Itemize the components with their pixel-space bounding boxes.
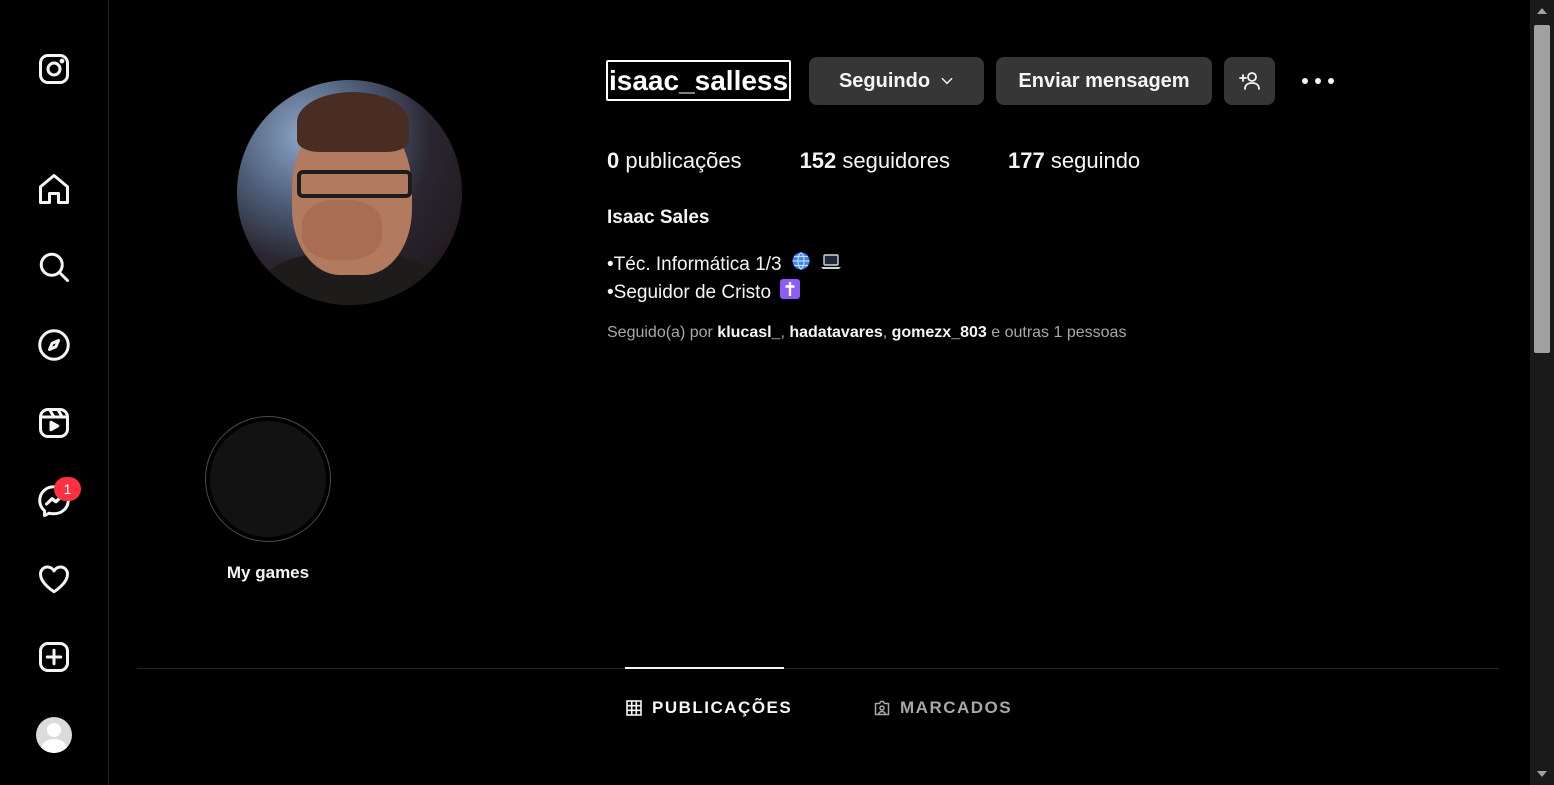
app: 1 isaac_salless Seguindo Enviar mensagem…: [0, 0, 1554, 785]
profile-picture-hand: [302, 200, 382, 260]
story-highlight[interactable]: [205, 416, 331, 542]
suggest-users-button[interactable]: [1224, 57, 1275, 105]
follower-link-3[interactable]: gomezx_803: [892, 324, 987, 341]
follower-link-1[interactable]: klucasl_: [717, 324, 780, 341]
home-icon[interactable]: [35, 170, 73, 208]
story-highlight-cover: [210, 421, 326, 537]
scroll-up-arrow-icon[interactable]: [1537, 8, 1547, 14]
following-stat[interactable]: 177 seguindo: [1008, 148, 1140, 174]
globe-emoji-icon: [791, 251, 811, 279]
following-label: seguindo: [1044, 148, 1141, 173]
following-count: 177: [1008, 148, 1045, 173]
ellipsis-icon: [1302, 78, 1334, 84]
following-button-label: Seguindo: [838, 69, 931, 92]
profile-username: isaac_salless: [606, 60, 792, 101]
tab-tagged[interactable]: MARCADOS: [874, 697, 1012, 719]
profile-picture-hair: [297, 92, 409, 152]
laptop-emoji-icon: [820, 251, 842, 279]
posts-label: publicações: [619, 148, 742, 173]
tab-tagged-label: MARCADOS: [900, 698, 1013, 717]
scroll-down-arrow-icon[interactable]: [1537, 771, 1547, 777]
scrollbar[interactable]: [1530, 0, 1554, 785]
profile-bio: •Téc. Informática 1/3 •Seguidor de Crist…: [607, 251, 842, 307]
add-user-icon: [1238, 72, 1260, 90]
bio-line-1-text: •Téc. Informática 1/3: [607, 254, 782, 276]
followers-label: seguidores: [836, 148, 951, 173]
followers-count: 152: [799, 148, 837, 173]
more-options-button[interactable]: [1296, 65, 1340, 97]
story-highlight-label: My games: [226, 563, 310, 582]
reels-icon[interactable]: [35, 404, 73, 442]
scrollbar-thumb[interactable]: [1534, 25, 1550, 353]
heart-icon[interactable]: [35, 560, 73, 598]
followed-by-separator-2: ,: [882, 324, 892, 341]
followed-by-text[interactable]: Seguido(a) por klucasl_, hadatavares, go…: [607, 324, 1126, 342]
bio-line-2-text: •Seguidor de Cristo: [607, 282, 772, 304]
posts-count: 0: [607, 148, 620, 173]
chevron-down-icon: [941, 77, 953, 85]
profile-stats: 0 publicações 152 seguidores 177 seguind…: [607, 148, 1198, 174]
create-plus-icon[interactable]: [35, 638, 73, 676]
profile-picture-glasses: [297, 170, 412, 198]
tabs-divider: [137, 668, 1499, 669]
grid-icon: [626, 700, 642, 716]
followed-by-separator-1: ,: [780, 324, 790, 341]
tagged-user-icon: [874, 700, 890, 716]
following-button[interactable]: Seguindo: [809, 57, 984, 105]
followers-stat[interactable]: 152 seguidores: [800, 148, 950, 174]
cross-emoji-icon: [780, 279, 801, 307]
send-message-button[interactable]: Enviar mensagem: [996, 57, 1212, 105]
tab-posts[interactable]: PUBLICAÇÕES: [626, 697, 792, 719]
profile-full-name: Isaac Sales: [607, 207, 710, 228]
followed-by-prefix: Seguido(a) por: [607, 324, 718, 341]
search-icon[interactable]: [35, 248, 73, 286]
followed-by-suffix: e outras 1 pessoas: [986, 324, 1127, 341]
bio-line-1: •Téc. Informática 1/3: [607, 251, 842, 279]
send-message-label: Enviar mensagem: [1018, 69, 1190, 92]
follower-link-2[interactable]: hadatavares: [789, 324, 882, 341]
profile-avatar[interactable]: [36, 717, 72, 753]
sidebar: 1: [0, 0, 109, 785]
active-tab-indicator: [625, 667, 784, 669]
instagram-logo-icon[interactable]: [35, 50, 73, 88]
tab-posts-label: PUBLICAÇÕES: [652, 698, 793, 717]
bio-line-2: •Seguidor de Cristo: [607, 279, 842, 307]
explore-compass-icon[interactable]: [35, 326, 73, 364]
posts-stat: 0 publicações: [607, 148, 742, 174]
notification-badge: 1: [54, 477, 81, 501]
profile-picture[interactable]: [237, 80, 462, 305]
